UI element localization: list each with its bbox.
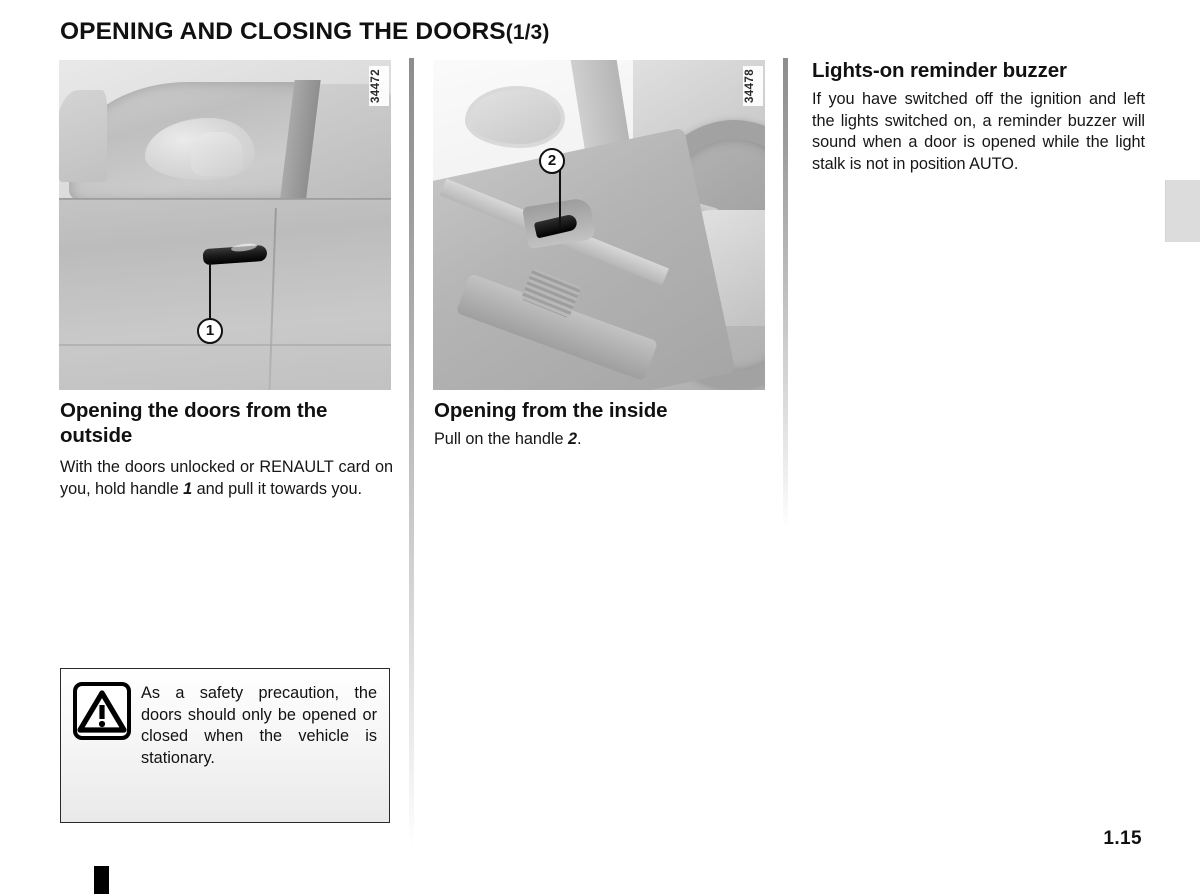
warning-triangle-icon — [73, 682, 131, 740]
figure1-door-panel — [59, 200, 391, 390]
left-body-part-2: and pull it towards you. — [192, 479, 362, 498]
right-column: Lights-on reminder buzzer If you have sw… — [812, 58, 1145, 175]
figure2-reference-number: 34478 — [743, 66, 763, 106]
middle-body-part-1: Pull on the handle — [434, 430, 568, 448]
figure-exterior-door: 1 34472 — [59, 60, 391, 390]
chapter-edge-tab — [1165, 180, 1200, 242]
middle-column-body: Pull on the handle 2. — [434, 429, 767, 451]
middle-body-ref-2: 2 — [567, 430, 577, 448]
left-column-body: With the doors unlocked or RENAULT card … — [60, 457, 393, 500]
figure1-callout-1: 1 — [197, 318, 223, 344]
column-separator-1 — [409, 58, 414, 848]
figure2-door-mirror — [465, 86, 565, 148]
column-separator-2 — [783, 58, 788, 528]
figure1-front-quarter-window — [59, 90, 107, 182]
figure-interior-door: 2 34478 — [433, 60, 765, 390]
page-title-main: OPENING AND CLOSING THE DOORS — [60, 18, 506, 45]
figure2-callout-2: 2 — [539, 148, 565, 174]
safety-warning-box: As a safety precaution, the doors should… — [60, 668, 390, 823]
page-title: OPENING AND CLOSING THE DOORS(1/3) — [60, 18, 549, 46]
middle-column-heading: Opening from the inside — [434, 399, 668, 422]
right-column-heading: Lights-on reminder buzzer — [812, 59, 1067, 82]
safety-warning-text: As a safety precaution, the doors should… — [141, 684, 377, 767]
figure1-reference-number: 34472 — [369, 66, 389, 106]
left-column: Opening the doors from the outside With … — [60, 398, 393, 500]
middle-column: Opening from the inside Pull on the hand… — [434, 398, 767, 451]
middle-body-part-2: . — [576, 430, 582, 448]
right-column-body: If you have switched off the ignition an… — [812, 90, 1145, 173]
bottom-edge-marker — [94, 866, 109, 894]
figure2-callout-leader — [559, 170, 561, 228]
page-title-fraction: (1/3) — [505, 21, 550, 44]
figure1-headrest — [191, 132, 243, 176]
left-body-ref-1: 1 — [183, 479, 193, 498]
figure1-body-crease — [59, 344, 391, 346]
figure1-callout-leader — [209, 263, 211, 325]
page-number: 1.15 — [1103, 828, 1142, 849]
left-column-heading: Opening the doors from the outside — [60, 399, 328, 447]
